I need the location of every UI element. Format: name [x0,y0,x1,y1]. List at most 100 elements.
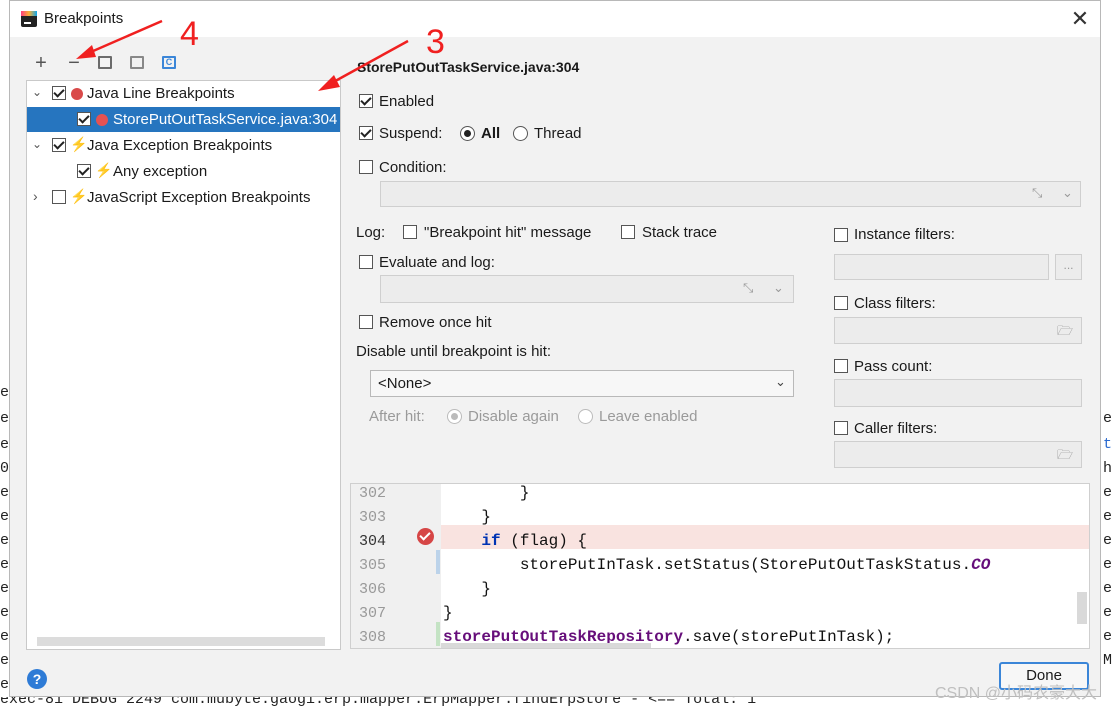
class-filters-input[interactable]: 🗁 [834,317,1082,344]
log-label: Log: [356,224,386,241]
tree-item-any-exception[interactable]: ⚡ Any exception [27,159,340,184]
disable-until-select[interactable]: <None> ⌄ [370,370,794,397]
line-number: 308 [359,629,387,646]
evaluate-and-log-checkbox[interactable] [359,255,373,269]
line-number: 302 [359,485,387,502]
folder-icon[interactable]: 🗁 [1057,446,1073,468]
code-horizontal-scrollbar[interactable] [441,643,651,648]
tree-item-java-line-breakpoints[interactable]: ⌄ Java Line Breakpoints [27,81,340,106]
tree-checkbox[interactable] [52,190,66,204]
code-line: } [443,484,530,502]
class-filters-checkbox[interactable] [834,296,848,310]
instance-filters-browse-button[interactable]: ... [1055,254,1082,280]
breakpoint-marker-icon[interactable] [417,528,434,545]
stack-trace-checkbox[interactable] [621,225,635,239]
instance-filters-checkbox[interactable] [834,228,848,242]
annotation-arrow-3 [318,39,409,91]
help-button[interactable]: ? [27,669,47,689]
tree-checkbox[interactable] [52,138,66,152]
change-marker [436,550,440,574]
background-editor-right: e t h e e e e e e e M [1101,0,1113,709]
annotation-number-3: 3 [426,23,445,61]
tree-item-label: Java Exception Breakpoints [87,137,273,154]
chevron-down-icon[interactable]: ⌄ [775,374,786,390]
intellij-app-icon [21,11,37,27]
pass-count-input[interactable] [834,379,1082,407]
evaluate-and-log-label: Evaluate and log: [379,254,495,271]
disable-again-radio[interactable] [447,409,462,424]
code-line: } [443,508,492,526]
chevron-right-icon[interactable]: › [33,188,38,204]
exception-lightning-icon: ⚡ [95,162,113,178]
expand-icon[interactable]: ⤡ [743,280,753,296]
tree-checkbox[interactable] [77,112,91,126]
annotation-arrow-4 [76,19,163,59]
suspend-all-label: All [481,125,501,142]
add-breakpoint-button[interactable]: + [30,52,52,74]
chevron-down-icon[interactable]: ⌄ [1062,185,1073,201]
line-number: 305 [359,557,387,574]
expand-icon[interactable]: ⤡ [1032,185,1042,201]
tree-item-javascript-exception-breakpoints[interactable]: › ⚡ JavaScript Exception Breakpoints [27,185,340,210]
class-filters-label: Class filters: [854,295,936,312]
tree-checkbox[interactable] [77,164,91,178]
chevron-down-icon[interactable]: ⌄ [32,85,42,99]
chevron-down-icon[interactable]: ⌄ [773,280,784,296]
disable-again-label: Disable again [468,408,559,425]
disable-until-label: Disable until breakpoint is hit: [356,343,552,360]
instance-filters-input[interactable] [834,254,1049,280]
close-button[interactable]: ✕ [1068,7,1092,31]
tree-item-label: Any exception [113,163,208,180]
caller-filters-label: Caller filters: [854,420,938,437]
code-vertical-scrollbar[interactable] [1077,592,1087,624]
condition-input[interactable]: ⤡ ⌄ [380,181,1081,207]
line-number: 307 [359,605,387,622]
line-number: 306 [359,581,387,598]
evaluate-expression-input[interactable]: ⤡ ⌄ [380,275,794,303]
verified-breakpoint-icon [96,114,108,126]
after-hit-label: After hit: [369,408,425,425]
console-text: exec-81 DEBUG 2249 com.mubyte.gaogi.erp.… [0,697,757,708]
code-preview: 302 } 303 } 304 if (flag) { 305 storePut… [350,483,1090,649]
csdn-watermark: CSDN @小码农豪大大 [934,685,1097,702]
code-line: } [443,604,453,622]
suspend-checkbox[interactable] [359,126,373,140]
pass-count-label: Pass count: [854,358,933,375]
condition-label: Condition: [379,159,447,176]
remove-once-hit-checkbox[interactable] [359,315,373,329]
log-message-label: "Breakpoint hit" message [424,224,592,241]
remove-once-hit-label: Remove once hit [379,314,492,331]
background-editor-left: e e e 0 e e e e e e e e e [0,0,9,709]
caller-filters-checkbox[interactable] [834,421,848,435]
suspend-thread-label: Thread [534,125,582,142]
code-line: } [443,580,492,598]
exception-lightning-icon: ⚡ [70,188,88,204]
suspend-all-radio[interactable] [460,126,475,141]
breakpoints-tree: ⌄ Java Line Breakpoints StorePutOutTaskS… [26,80,341,650]
leave-enabled-radio[interactable] [578,409,593,424]
change-marker [436,622,440,646]
tree-horizontal-scrollbar[interactable] [37,637,325,646]
caller-filters-input[interactable]: 🗁 [834,441,1082,468]
annotation-number-4: 4 [180,15,199,53]
breakpoint-dot-icon [71,88,83,100]
tree-item-label: StorePutOutTaskService.java:304 [113,111,338,128]
suspend-thread-radio[interactable] [513,126,528,141]
folder-icon[interactable]: 🗁 [1057,322,1073,344]
code-line: storePutInTask.setStatus(StorePutOutTask… [443,556,991,574]
tree-item-java-exception-breakpoints[interactable]: ⌄ ⚡ Java Exception Breakpoints [27,133,340,158]
tree-item-storeputouttaskservice[interactable]: StorePutOutTaskService.java:304 [27,107,340,132]
suspend-label: Suspend: [379,125,443,142]
leave-enabled-label: Leave enabled [599,408,698,425]
exception-lightning-icon: ⚡ [70,136,88,152]
tree-checkbox[interactable] [52,86,66,100]
breakpoints-dialog: Breakpoints ✕ + − C ⌄ Java Line Breakpoi… [9,0,1101,697]
log-message-checkbox[interactable] [403,225,417,239]
stack-trace-label: Stack trace [642,224,718,241]
line-number: 304 [359,533,387,550]
condition-checkbox[interactable] [359,160,373,174]
line-number: 303 [359,509,387,526]
disable-until-value: <None> [378,375,432,392]
chevron-down-icon[interactable]: ⌄ [32,137,42,151]
pass-count-checkbox[interactable] [834,359,848,373]
